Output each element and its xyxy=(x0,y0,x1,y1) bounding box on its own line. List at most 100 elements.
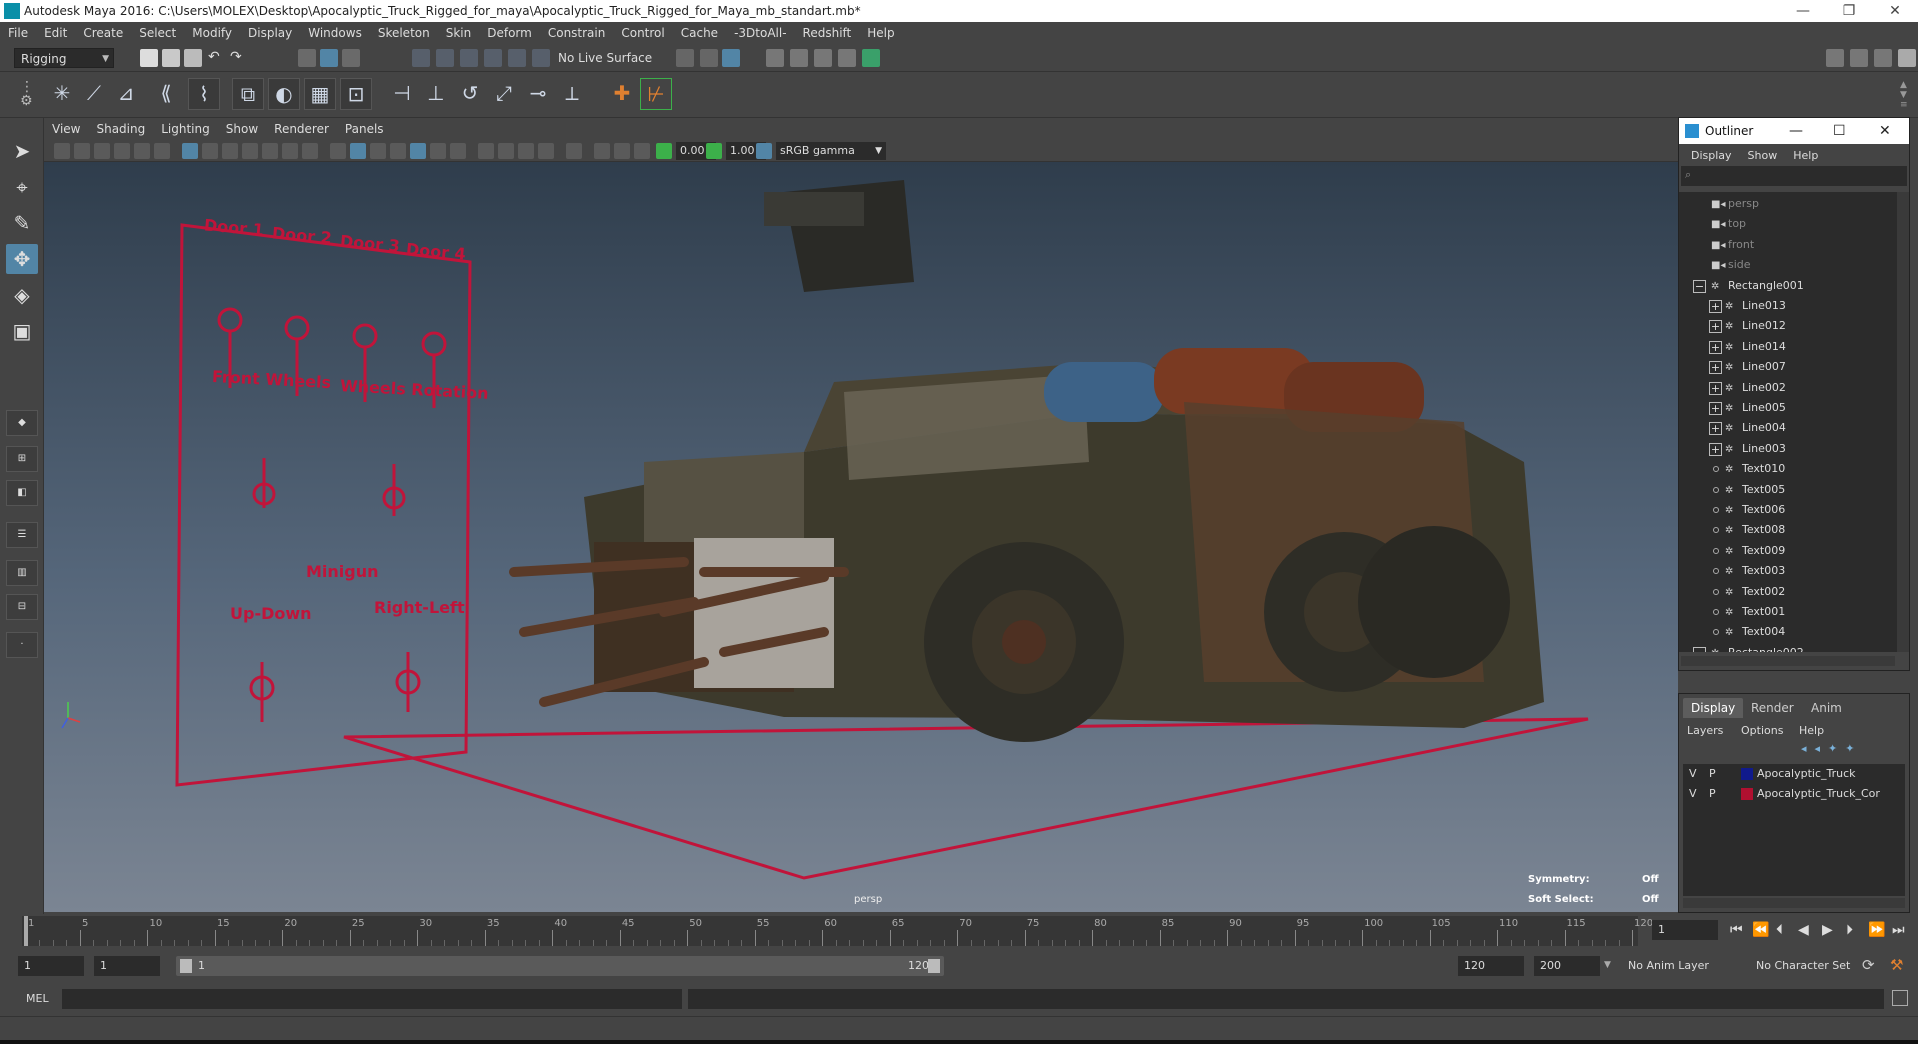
field-chart-icon[interactable] xyxy=(262,143,278,159)
film-gate-icon[interactable] xyxy=(202,143,218,159)
preferences-icon[interactable]: ⚒ xyxy=(1890,956,1903,974)
time-ruler[interactable]: 1 5 10 15 20 25 30 35 40 45 50 55 60 65 70 75 80 85 90 95 10… xyxy=(22,916,1653,946)
motion-blur-icon[interactable] xyxy=(498,143,514,159)
ik-spline-icon[interactable]: ⌇ xyxy=(188,78,220,110)
chevron-down-icon[interactable]: ▼ xyxy=(1604,960,1611,970)
start-time-field[interactable]: 1 xyxy=(18,956,84,976)
collapse-icon[interactable]: − xyxy=(1693,646,1706,652)
expand-icon[interactable]: + xyxy=(1709,442,1722,456)
command-language-toggle[interactable]: MEL xyxy=(26,992,49,1005)
layer-row[interactable]: V P Apocalyptic_Truck xyxy=(1683,764,1905,784)
menu-edit[interactable]: Edit xyxy=(36,22,75,44)
multisample-aa-icon[interactable] xyxy=(518,143,534,159)
camera-attributes-icon[interactable] xyxy=(74,143,90,159)
snap-surface-icon[interactable] xyxy=(508,49,526,67)
cluster-icon[interactable]: ⊡ xyxy=(340,78,372,110)
layer-visibility-toggle[interactable]: V xyxy=(1689,784,1697,804)
redshift-render-icon[interactable] xyxy=(862,49,880,67)
outliner-item[interactable]: ✲ Line013 xyxy=(1725,296,1786,316)
orient-constraint-icon[interactable]: ↺ xyxy=(454,78,486,110)
insert-joint-icon[interactable]: ⟋ xyxy=(78,78,110,110)
blendshape-icon[interactable]: ⊬ xyxy=(640,78,672,110)
xray-joints-icon[interactable] xyxy=(614,143,630,159)
layer-hscrollbar[interactable] xyxy=(1683,898,1905,908)
outliner-filter-field[interactable]: ⌕ xyxy=(1681,166,1907,186)
parent-constraint-icon[interactable]: ⊣ xyxy=(386,78,418,110)
expand-icon[interactable]: + xyxy=(1709,381,1722,395)
paint-select-icon[interactable]: ✎ xyxy=(6,208,38,238)
ik-handle-icon[interactable]: ⟪ xyxy=(150,78,182,110)
collapse-icon[interactable]: − xyxy=(1693,279,1706,293)
aim-constraint-icon[interactable]: ⊸ xyxy=(522,78,554,110)
xray-icon[interactable] xyxy=(594,143,610,159)
outliner-menu-display[interactable]: Display xyxy=(1683,149,1740,162)
render-settings-icon[interactable] xyxy=(814,49,832,67)
outliner-item[interactable]: ✲ Line005 xyxy=(1725,398,1786,418)
undo-icon[interactable]: ↶ xyxy=(208,49,226,67)
range-slider[interactable]: 1 120 xyxy=(176,956,944,976)
outliner-item[interactable]: ✲ Text009 xyxy=(1725,541,1785,561)
layer-row[interactable]: V P Apocalyptic_Truck_Cor xyxy=(1683,784,1905,804)
image-plane-icon[interactable] xyxy=(114,143,130,159)
step-back-key-icon[interactable]: ⏪ xyxy=(1752,922,1769,938)
snap-grid-icon[interactable] xyxy=(412,49,430,67)
live-surface-field[interactable]: No Live Surface xyxy=(552,48,656,68)
outliner-item[interactable]: ✲ Rectangle001 xyxy=(1711,276,1804,296)
hypershade-icon[interactable] xyxy=(838,49,856,67)
grease-pencil-icon[interactable] xyxy=(154,143,170,159)
playback-start-field[interactable]: 1 xyxy=(94,956,160,976)
menu-create[interactable]: Create xyxy=(75,22,131,44)
2d-pan-zoom-icon[interactable] xyxy=(134,143,150,159)
character-set-dropdown[interactable]: No Character Set xyxy=(1750,956,1870,976)
two-view-layout-icon[interactable]: ◧ xyxy=(6,480,38,506)
isolate-select-icon[interactable] xyxy=(566,143,582,159)
ipr-render-icon[interactable] xyxy=(790,49,808,67)
hypershade-layout-icon[interactable]: ⊟ xyxy=(6,594,38,620)
rotate-tool-icon[interactable]: ◈ xyxy=(6,280,38,310)
menu-3dtoall[interactable]: -3DtoAll- xyxy=(726,22,794,44)
command-input[interactable] xyxy=(62,989,682,1009)
xray-components-icon[interactable] xyxy=(634,143,650,159)
attribute-editor-icon[interactable] xyxy=(1850,49,1868,67)
gamma-icon[interactable] xyxy=(706,143,722,159)
menu-cache[interactable]: Cache xyxy=(673,22,726,44)
graph-layout-icon[interactable]: ▥ xyxy=(6,560,38,586)
outliner-item[interactable]: ■◂ persp xyxy=(1711,194,1759,214)
outliner-item[interactable]: ✲ Line004 xyxy=(1725,418,1786,438)
save-scene-icon[interactable] xyxy=(184,49,202,67)
safe-action-icon[interactable] xyxy=(282,143,298,159)
resolution-gate-icon[interactable] xyxy=(222,143,238,159)
select-object-icon[interactable] xyxy=(320,49,338,67)
expand-icon[interactable]: + xyxy=(1709,422,1722,436)
menu-redshift[interactable]: Redshift xyxy=(795,22,860,44)
wireframe-on-shaded-icon[interactable] xyxy=(390,143,406,159)
smooth-shade-icon[interactable] xyxy=(350,143,366,159)
tool-settings-icon[interactable] xyxy=(1874,49,1892,67)
wireframe-icon[interactable] xyxy=(330,143,346,159)
scale-tool-icon[interactable]: ▣ xyxy=(6,316,38,346)
shadows-icon[interactable] xyxy=(450,143,466,159)
outliner-item[interactable]: ■◂ front xyxy=(1711,235,1754,255)
modeling-toolkit-icon[interactable] xyxy=(1826,49,1844,67)
perspective-viewport[interactable]: Door 1 Door 2 Door 3 Door 4 Front Wheels… xyxy=(44,162,1678,912)
channel-box-icon[interactable] xyxy=(1898,49,1916,67)
expand-icon[interactable]: + xyxy=(1709,320,1722,334)
gate-mask-icon[interactable] xyxy=(242,143,258,159)
outliner-item[interactable]: ✲ Text002 xyxy=(1725,582,1785,602)
bind-skin-icon[interactable]: ⧉ xyxy=(232,78,264,110)
magnet-icon[interactable] xyxy=(532,49,550,67)
paint-weights-icon[interactable]: ◐ xyxy=(268,78,300,110)
playback-end-field[interactable]: 120 xyxy=(1458,956,1524,976)
outliner-item[interactable]: ✲ Line002 xyxy=(1725,378,1786,398)
menu-constrain[interactable]: Constrain xyxy=(540,22,614,44)
use-all-lights-icon[interactable] xyxy=(430,143,446,159)
viewport-menu-show[interactable]: Show xyxy=(218,122,266,136)
viewport-menu-view[interactable]: View xyxy=(44,122,88,136)
door3-control[interactable] xyxy=(352,323,378,349)
safe-title-icon[interactable] xyxy=(302,143,318,159)
menu-file[interactable]: File xyxy=(0,22,36,44)
door1-control[interactable] xyxy=(217,307,243,333)
outliner-item[interactable]: ✲ Line007 xyxy=(1725,357,1786,377)
menu-display[interactable]: Display xyxy=(240,22,300,44)
outliner-vscrollbar[interactable] xyxy=(1897,192,1909,652)
